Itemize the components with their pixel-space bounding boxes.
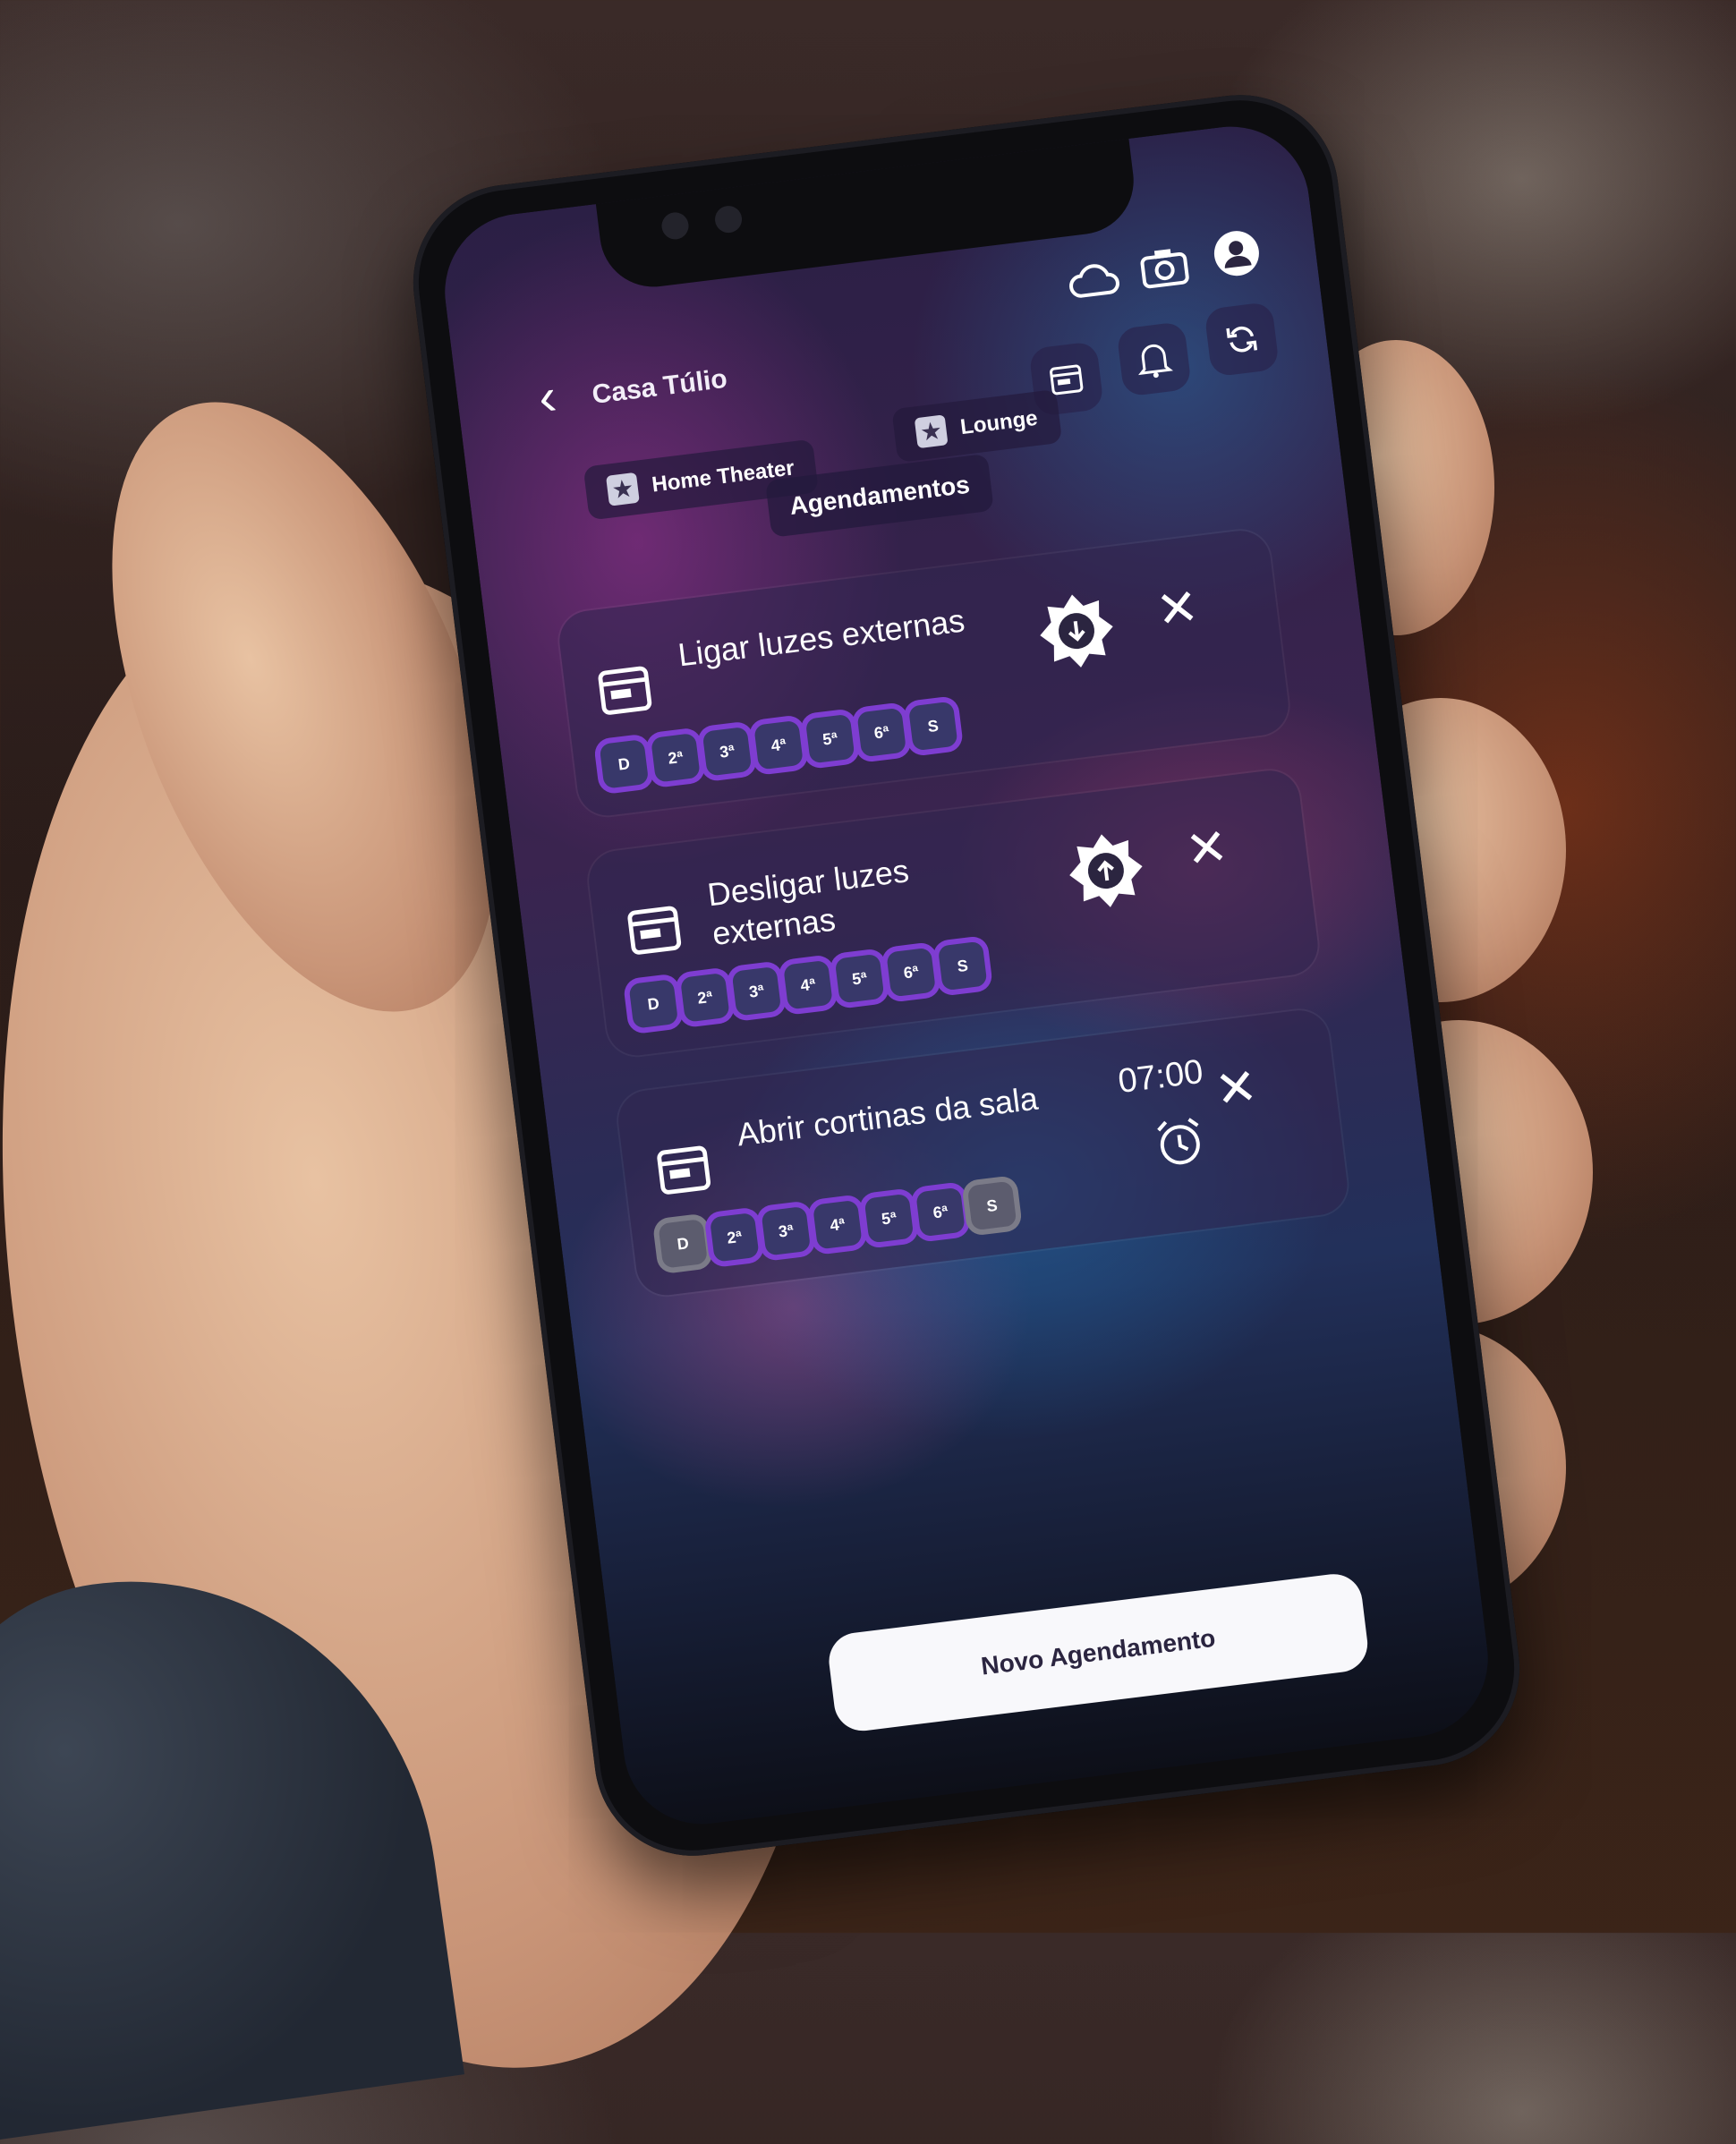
sunrise-icon <box>1069 834 1143 907</box>
delete-schedule-button[interactable]: ✕ <box>1177 818 1237 879</box>
day-toggle[interactable]: 6ª <box>856 707 907 758</box>
schedule-card[interactable]: Ligar luzes externas ✕ D 2ª 3ª 4ª 5ª 6ª … <box>556 527 1292 820</box>
day-toggle[interactable]: 4ª <box>783 959 833 1010</box>
day-toggle[interactable]: D <box>599 739 650 789</box>
user-icon[interactable] <box>1204 222 1268 285</box>
day-toggle[interactable]: 2ª <box>709 1212 760 1263</box>
refresh-icon <box>1226 326 1258 353</box>
day-toggle[interactable]: 5ª <box>864 1193 915 1244</box>
day-toggle[interactable]: 6ª <box>886 947 936 998</box>
day-toggle[interactable]: S <box>907 701 958 752</box>
day-toggle[interactable]: 2ª <box>651 732 701 783</box>
favorite-label: Lounge <box>958 405 1039 440</box>
day-toggle[interactable]: D <box>658 1218 709 1269</box>
delete-schedule-button[interactable]: ✕ <box>1206 1058 1266 1119</box>
schedule-card[interactable]: Abrir cortinas da sala 07:00 ✕ D 2ª 3ª 4… <box>615 1007 1351 1299</box>
phone-screen: ‹ Casa Túlio ★ Home Theater ★ Lounge Age… <box>436 117 1497 1833</box>
day-toggle[interactable]: 3ª <box>761 1205 812 1256</box>
notch <box>594 129 1140 294</box>
bell-icon <box>1138 344 1173 379</box>
camera-lens <box>713 204 744 234</box>
day-toggle[interactable]: 3ª <box>731 966 782 1017</box>
new-schedule-button[interactable]: Novo Agendamento <box>825 1570 1371 1734</box>
page-title: Casa Túlio <box>590 363 729 411</box>
day-toggle[interactable]: D <box>628 978 679 1029</box>
day-toggle[interactable]: S <box>966 1180 1017 1231</box>
star-icon: ★ <box>914 414 949 449</box>
delete-schedule-button[interactable]: ✕ <box>1147 578 1207 639</box>
calendar-icon <box>598 666 652 715</box>
schedule-time: 07:00 <box>1116 1052 1205 1102</box>
alarm-icon <box>1157 1118 1200 1165</box>
star-icon: ★ <box>605 472 640 506</box>
schedule-title: Ligar luzes externas <box>676 601 967 674</box>
refresh-button[interactable] <box>1204 301 1281 378</box>
day-toggle[interactable]: 5ª <box>834 953 885 1004</box>
day-toggle[interactable]: 6ª <box>915 1187 966 1238</box>
day-toggle[interactable]: 4ª <box>753 719 804 770</box>
day-toggle[interactable]: 5ª <box>804 713 855 764</box>
day-toggle[interactable]: 3ª <box>702 726 753 777</box>
calendar-icon <box>657 1145 711 1195</box>
calendar-icon <box>627 906 682 955</box>
favorite-chip[interactable]: ★ Lounge <box>891 388 1062 464</box>
schedule-title: Abrir cortinas da sala <box>735 1079 1040 1153</box>
day-toggle[interactable]: 2ª <box>679 972 730 1023</box>
camera-icon[interactable] <box>1133 235 1196 299</box>
schedule-card[interactable]: Desligar luzes externas ✕ D 2ª 3ª 4ª 5ª … <box>585 767 1322 1059</box>
day-toggle[interactable]: S <box>937 940 988 991</box>
notifications-button[interactable] <box>1116 320 1192 397</box>
back-button[interactable]: ‹ <box>517 367 577 428</box>
sunset-icon <box>1040 594 1113 668</box>
cloud-icon[interactable] <box>1062 248 1126 311</box>
photo-background: ‹ Casa Túlio ★ Home Theater ★ Lounge Age… <box>0 0 1736 2144</box>
day-toggle[interactable]: 4ª <box>813 1199 863 1250</box>
schedule-title: Desligar luzes externas <box>705 852 911 953</box>
camera-lens <box>660 210 691 242</box>
